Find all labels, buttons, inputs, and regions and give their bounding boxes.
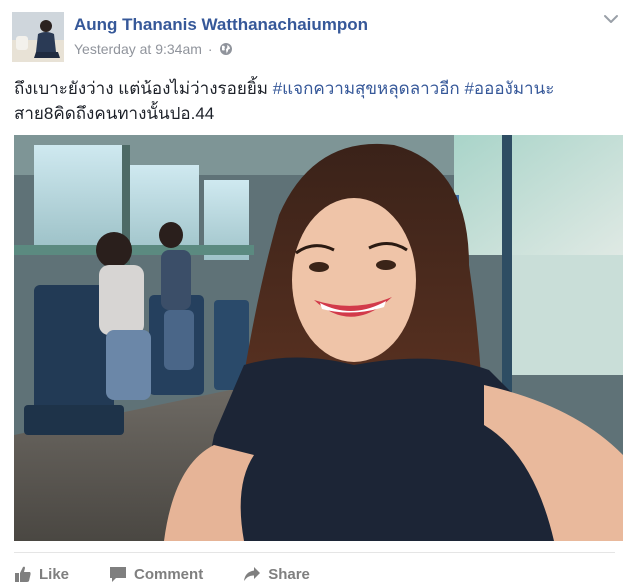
post-text: ถึงเบาะยังว่าง แต่น้องไม่ว่างรอยยิ้ม #แจ… (14, 76, 614, 126)
feed-post: Aung Thananis Watthanachaiumpon Yesterda… (0, 0, 629, 588)
bus-selfie-image (14, 135, 623, 541)
share-button[interactable]: Share (243, 565, 310, 583)
globe-icon[interactable] (219, 42, 233, 56)
comment-label: Comment (134, 565, 204, 583)
like-button[interactable]: Like (14, 565, 69, 583)
comment-icon (110, 567, 127, 582)
avatar[interactable] (12, 12, 64, 62)
post-text-plain: ถึงเบาะยังว่าง แต่น้องไม่ว่างรอยยิ้ม (14, 79, 273, 98)
avatar-image (12, 12, 64, 62)
post-actions: Like Comment Share (14, 560, 350, 588)
post-meta: Yesterday at 9:34am · (74, 41, 233, 57)
comment-button[interactable]: Comment (109, 565, 203, 583)
chevron-down-icon[interactable] (603, 12, 619, 26)
post-timestamp[interactable]: Yesterday at 9:34am (74, 41, 202, 57)
thumbs-up-icon (15, 566, 31, 582)
share-icon (244, 567, 261, 581)
post-photo[interactable] (14, 135, 623, 541)
meta-separator: · (207, 41, 213, 57)
post-text-line-1: ถึงเบาะยังว่าง แต่น้องไม่ว่างรอยยิ้ม #แจ… (14, 76, 614, 101)
hashtag-link[interactable]: #ออองัมานะ (464, 79, 554, 98)
actions-divider (14, 552, 615, 553)
post-text-line-2: สาย8คิดถึงคนทางนั้นปอ.44 (14, 104, 215, 123)
like-label: Like (39, 565, 70, 583)
share-label: Share (268, 565, 310, 583)
post-author-name[interactable]: Aung Thananis Watthanachaiumpon (74, 15, 368, 35)
hashtag-link[interactable]: #แจกความสุขหลุดลาวอีก (273, 79, 460, 98)
